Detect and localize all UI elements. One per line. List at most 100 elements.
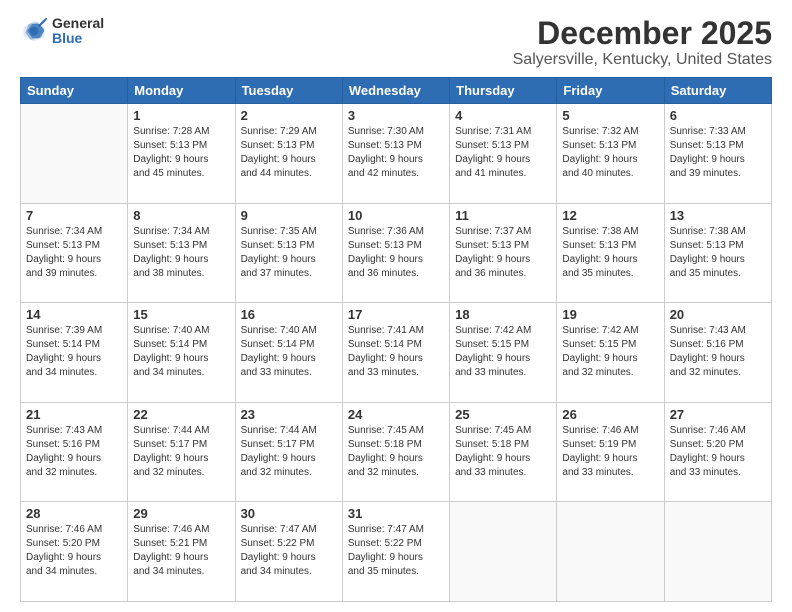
- calendar-week-row: 28 Sunrise: 7:46 AM Sunset: 5:20 PM Dayli…: [21, 502, 772, 602]
- cell-content: Sunrise: 7:47 AM Sunset: 5:22 PM Dayligh…: [241, 523, 337, 579]
- table-row: 24 Sunrise: 7:45 AM Sunset: 5:18 PM Dayli…: [342, 402, 449, 502]
- logo: General Blue: [20, 16, 104, 47]
- day-number: 13: [670, 208, 766, 223]
- col-saturday: Saturday: [664, 78, 771, 104]
- day-number: 25: [455, 407, 551, 422]
- cell-content: Sunrise: 7:45 AM Sunset: 5:18 PM Dayligh…: [455, 424, 551, 480]
- calendar-week-row: 21 Sunrise: 7:43 AM Sunset: 5:16 PM Dayli…: [21, 402, 772, 502]
- table-row: 1Sunrise: 7:28 AM Sunset: 5:13 PM Daylig…: [128, 104, 235, 204]
- table-row: 20 Sunrise: 7:43 AM Sunset: 5:16 PM Dayli…: [664, 303, 771, 403]
- logo-blue-text: Blue: [52, 31, 104, 46]
- day-number: 3: [348, 108, 444, 123]
- cell-content: Sunrise: 7:39 AM Sunset: 5:14 PM Dayligh…: [26, 324, 122, 380]
- table-row: 22Sunrise: 7:44 AM Sunset: 5:17 PM Dayli…: [128, 402, 235, 502]
- day-number: 11: [455, 208, 551, 223]
- cell-content: Sunrise: 7:38 AM Sunset: 5:13 PM Dayligh…: [670, 225, 766, 281]
- table-row: 2 Sunrise: 7:29 AM Sunset: 5:13 PM Daylig…: [235, 104, 342, 204]
- table-row: [664, 502, 771, 602]
- col-sunday: Sunday: [21, 78, 128, 104]
- header: General Blue December 2025 Salyersville,…: [20, 16, 772, 69]
- cell-content: Sunrise: 7:46 AM Sunset: 5:21 PM Dayligh…: [133, 523, 229, 579]
- table-row: 5 Sunrise: 7:32 AM Sunset: 5:13 PM Daylig…: [557, 104, 664, 204]
- day-number: 5: [562, 108, 658, 123]
- cell-content: Sunrise: 7:28 AM Sunset: 5:13 PM Dayligh…: [133, 125, 229, 181]
- day-number: 30: [241, 506, 337, 521]
- cell-content: Sunrise: 7:34 AM Sunset: 5:13 PM Dayligh…: [133, 225, 229, 281]
- col-thursday: Thursday: [450, 78, 557, 104]
- calendar-week-row: 7Sunrise: 7:34 AM Sunset: 5:13 PM Daylig…: [21, 203, 772, 303]
- col-tuesday: Tuesday: [235, 78, 342, 104]
- cell-content: Sunrise: 7:43 AM Sunset: 5:16 PM Dayligh…: [26, 424, 122, 480]
- cell-content: Sunrise: 7:34 AM Sunset: 5:13 PM Dayligh…: [26, 225, 122, 281]
- page-subtitle: Salyersville, Kentucky, United States: [513, 51, 772, 69]
- day-number: 17: [348, 307, 444, 322]
- day-number: 9: [241, 208, 337, 223]
- day-number: 26: [562, 407, 658, 422]
- table-row: 18Sunrise: 7:42 AM Sunset: 5:15 PM Dayli…: [450, 303, 557, 403]
- cell-content: Sunrise: 7:46 AM Sunset: 5:20 PM Dayligh…: [26, 523, 122, 579]
- table-row: 27 Sunrise: 7:46 AM Sunset: 5:20 PM Dayli…: [664, 402, 771, 502]
- day-number: 22: [133, 407, 229, 422]
- day-number: 4: [455, 108, 551, 123]
- calendar-header-row: Sunday Monday Tuesday Wednesday Thursday…: [21, 78, 772, 104]
- day-number: 27: [670, 407, 766, 422]
- day-number: 28: [26, 506, 122, 521]
- table-row: 28 Sunrise: 7:46 AM Sunset: 5:20 PM Dayli…: [21, 502, 128, 602]
- table-row: 31Sunrise: 7:47 AM Sunset: 5:22 PM Dayli…: [342, 502, 449, 602]
- title-block: December 2025 Salyersville, Kentucky, Un…: [513, 16, 772, 69]
- cell-content: Sunrise: 7:32 AM Sunset: 5:13 PM Dayligh…: [562, 125, 658, 181]
- table-row: 21 Sunrise: 7:43 AM Sunset: 5:16 PM Dayli…: [21, 402, 128, 502]
- cell-content: Sunrise: 7:44 AM Sunset: 5:17 PM Dayligh…: [241, 424, 337, 480]
- day-number: 10: [348, 208, 444, 223]
- day-number: 23: [241, 407, 337, 422]
- logo-general-text: General: [52, 16, 104, 31]
- cell-content: Sunrise: 7:42 AM Sunset: 5:15 PM Dayligh…: [455, 324, 551, 380]
- cell-content: Sunrise: 7:37 AM Sunset: 5:13 PM Dayligh…: [455, 225, 551, 281]
- cell-content: Sunrise: 7:35 AM Sunset: 5:13 PM Dayligh…: [241, 225, 337, 281]
- table-row: 23 Sunrise: 7:44 AM Sunset: 5:17 PM Dayli…: [235, 402, 342, 502]
- cell-content: Sunrise: 7:40 AM Sunset: 5:14 PM Dayligh…: [241, 324, 337, 380]
- table-row: 19 Sunrise: 7:42 AM Sunset: 5:15 PM Dayli…: [557, 303, 664, 403]
- day-number: 24: [348, 407, 444, 422]
- cell-content: Sunrise: 7:29 AM Sunset: 5:13 PM Dayligh…: [241, 125, 337, 181]
- day-number: 14: [26, 307, 122, 322]
- day-number: 21: [26, 407, 122, 422]
- day-number: 8: [133, 208, 229, 223]
- table-row: 25 Sunrise: 7:45 AM Sunset: 5:18 PM Dayli…: [450, 402, 557, 502]
- logo-icon: [20, 17, 48, 45]
- table-row: 8 Sunrise: 7:34 AM Sunset: 5:13 PM Daylig…: [128, 203, 235, 303]
- col-wednesday: Wednesday: [342, 78, 449, 104]
- table-row: 16Sunrise: 7:40 AM Sunset: 5:14 PM Dayli…: [235, 303, 342, 403]
- table-row: 10Sunrise: 7:36 AM Sunset: 5:13 PM Dayli…: [342, 203, 449, 303]
- table-row: 15 Sunrise: 7:40 AM Sunset: 5:14 PM Dayli…: [128, 303, 235, 403]
- table-row: 9 Sunrise: 7:35 AM Sunset: 5:13 PM Daylig…: [235, 203, 342, 303]
- cell-content: Sunrise: 7:42 AM Sunset: 5:15 PM Dayligh…: [562, 324, 658, 380]
- cell-content: Sunrise: 7:33 AM Sunset: 5:13 PM Dayligh…: [670, 125, 766, 181]
- day-number: 29: [133, 506, 229, 521]
- table-row: 7Sunrise: 7:34 AM Sunset: 5:13 PM Daylig…: [21, 203, 128, 303]
- cell-content: Sunrise: 7:40 AM Sunset: 5:14 PM Dayligh…: [133, 324, 229, 380]
- col-monday: Monday: [128, 78, 235, 104]
- table-row: 3Sunrise: 7:30 AM Sunset: 5:13 PM Daylig…: [342, 104, 449, 204]
- cell-content: Sunrise: 7:46 AM Sunset: 5:19 PM Dayligh…: [562, 424, 658, 480]
- day-number: 15: [133, 307, 229, 322]
- table-row: 4 Sunrise: 7:31 AM Sunset: 5:13 PM Daylig…: [450, 104, 557, 204]
- table-row: 14 Sunrise: 7:39 AM Sunset: 5:14 PM Dayli…: [21, 303, 128, 403]
- table-row: 26 Sunrise: 7:46 AM Sunset: 5:19 PM Dayli…: [557, 402, 664, 502]
- day-number: 20: [670, 307, 766, 322]
- cell-content: Sunrise: 7:38 AM Sunset: 5:13 PM Dayligh…: [562, 225, 658, 281]
- table-row: 6Sunrise: 7:33 AM Sunset: 5:13 PM Daylig…: [664, 104, 771, 204]
- cell-content: Sunrise: 7:43 AM Sunset: 5:16 PM Dayligh…: [670, 324, 766, 380]
- day-number: 19: [562, 307, 658, 322]
- cell-content: Sunrise: 7:45 AM Sunset: 5:18 PM Dayligh…: [348, 424, 444, 480]
- day-number: 31: [348, 506, 444, 521]
- table-row: 29 Sunrise: 7:46 AM Sunset: 5:21 PM Dayli…: [128, 502, 235, 602]
- cell-content: Sunrise: 7:31 AM Sunset: 5:13 PM Dayligh…: [455, 125, 551, 181]
- col-friday: Friday: [557, 78, 664, 104]
- page-title: December 2025: [513, 16, 772, 51]
- day-number: 2: [241, 108, 337, 123]
- calendar-table: Sunday Monday Tuesday Wednesday Thursday…: [20, 77, 772, 602]
- cell-content: Sunrise: 7:46 AM Sunset: 5:20 PM Dayligh…: [670, 424, 766, 480]
- table-row: 12 Sunrise: 7:38 AM Sunset: 5:13 PM Dayli…: [557, 203, 664, 303]
- day-number: 12: [562, 208, 658, 223]
